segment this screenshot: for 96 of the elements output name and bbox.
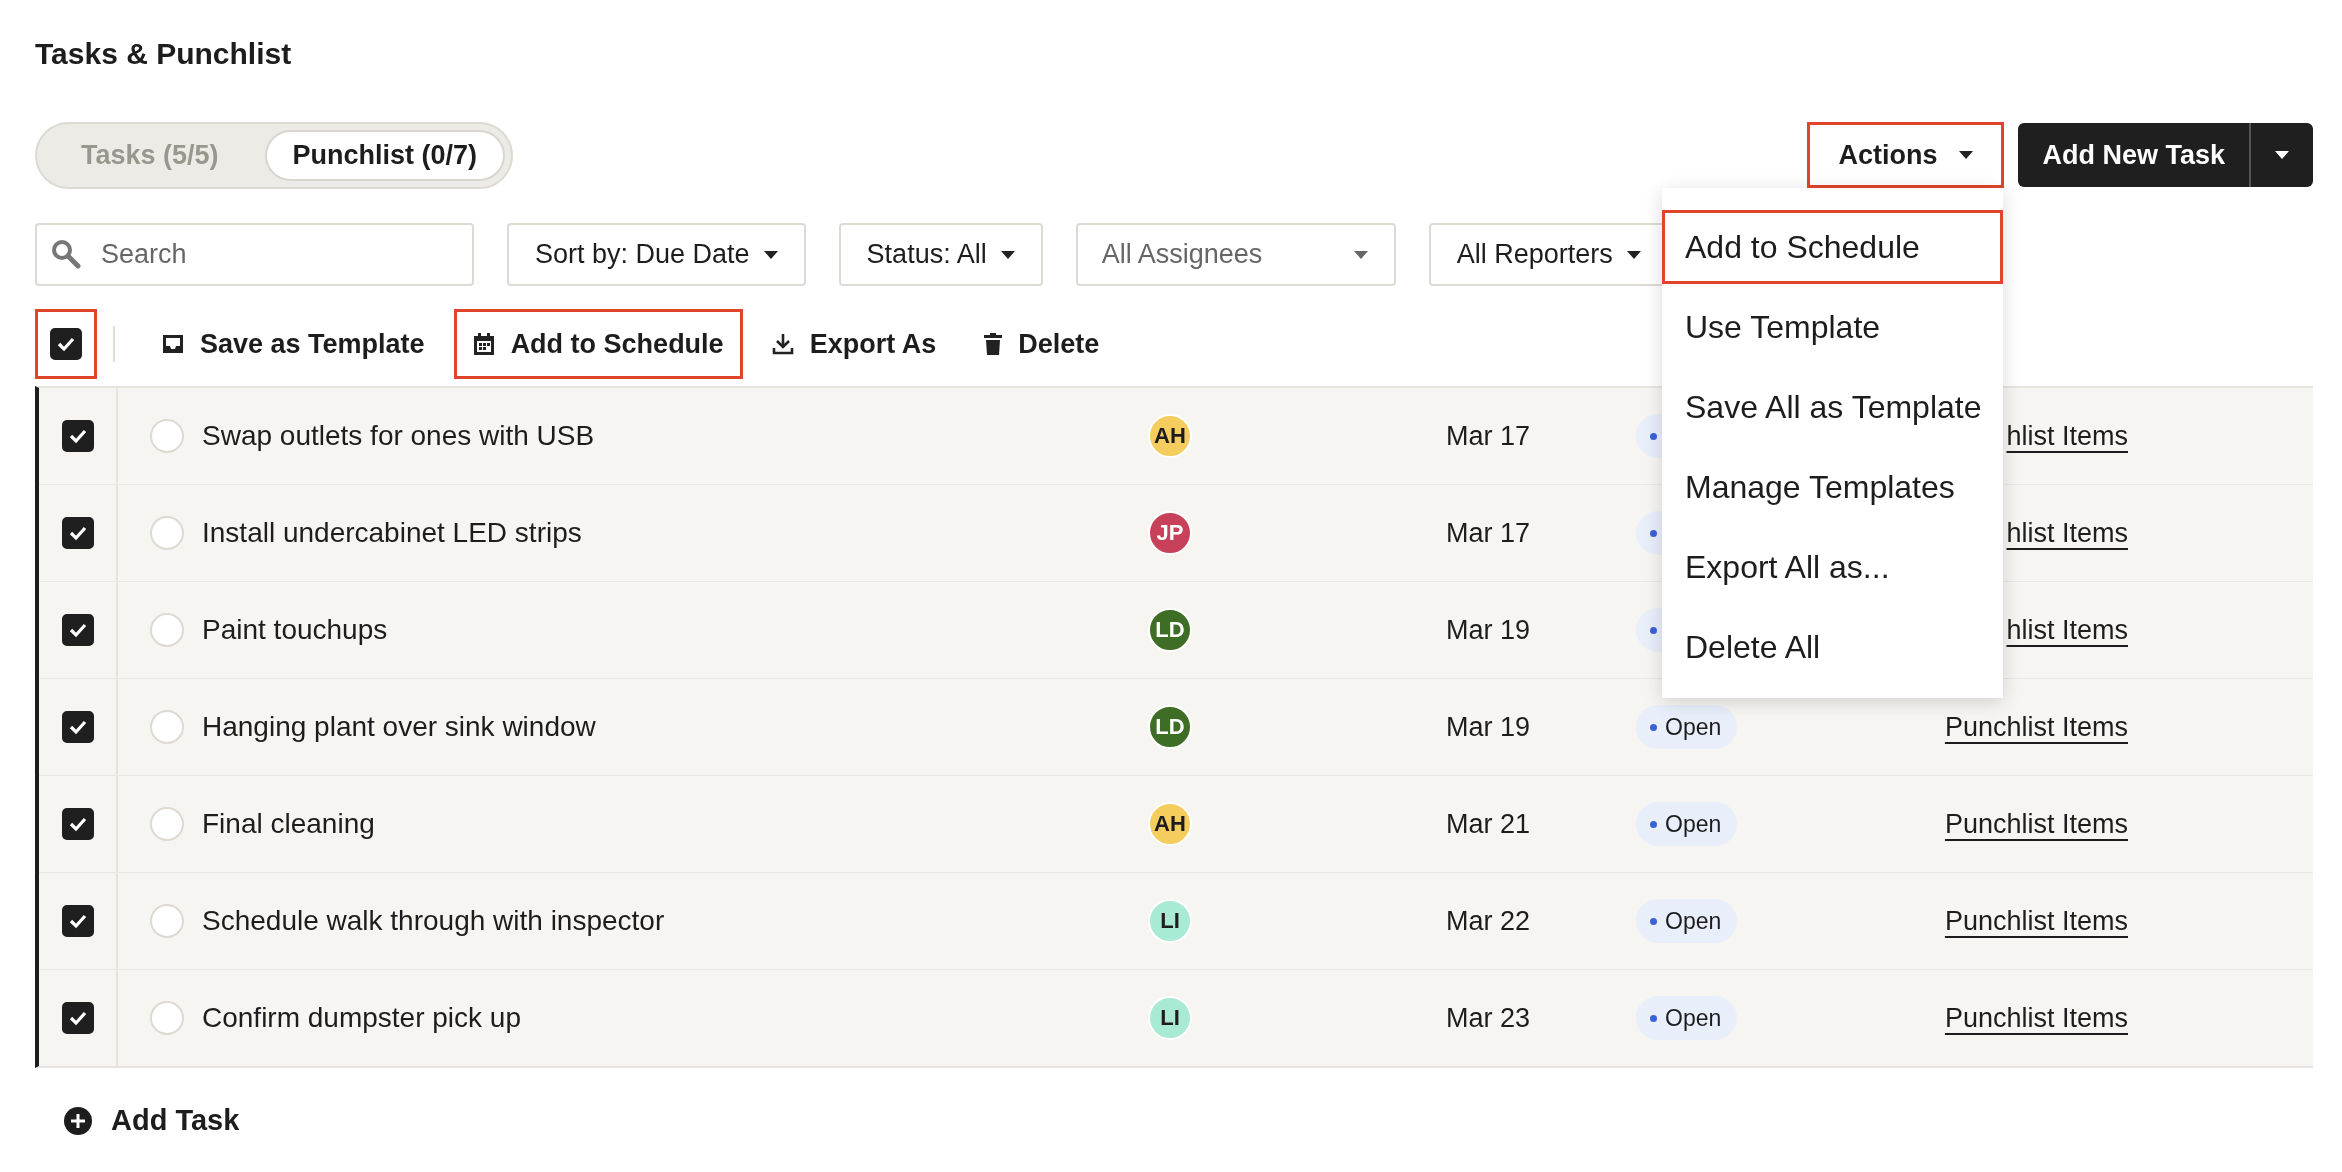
assignee-avatar: LD <box>1148 705 1192 749</box>
page-title: Tasks & Punchlist <box>35 36 293 72</box>
due-date: Mar 19 <box>1445 614 1530 645</box>
complete-toggle[interactable] <box>150 807 184 841</box>
assignee-avatar: LI <box>1148 899 1192 943</box>
filter-label: Status: All <box>866 239 987 270</box>
caret-icon <box>2275 151 2289 159</box>
task-name: Final cleaning <box>202 808 375 840</box>
menu-item[interactable]: Add to Schedule <box>1662 210 2003 284</box>
complete-toggle[interactable] <box>150 904 184 938</box>
due-date: Mar 21 <box>1445 808 1530 839</box>
menu-item[interactable]: Export All as... <box>1662 530 2003 604</box>
caret-icon <box>763 250 778 259</box>
status-badge: Open <box>1636 705 1738 749</box>
filter-dropdown[interactable]: All Assignees <box>1075 223 1396 286</box>
add-new-task-button[interactable]: Add New Task <box>2018 123 2249 187</box>
due-date: Mar 19 <box>1445 711 1530 742</box>
filter-dropdown[interactable]: Status: All <box>838 223 1043 286</box>
calendar-icon <box>472 333 495 355</box>
status-badge: Open <box>1636 802 1738 846</box>
plus-circle-icon <box>63 1105 93 1136</box>
category-link[interactable]: hlist Items <box>2006 517 2128 548</box>
menu-item[interactable]: Delete All <box>1662 610 2003 684</box>
task-name: Swap outlets for ones with USB <box>202 420 595 452</box>
complete-toggle[interactable] <box>150 613 184 647</box>
task-name: Hanging plant over sink window <box>202 711 596 743</box>
assignee-avatar: AH <box>1148 414 1192 458</box>
task-name: Paint touchups <box>202 614 388 646</box>
row-checkbox[interactable] <box>61 614 94 646</box>
search-field[interactable]: Search <box>35 223 474 286</box>
download-icon <box>771 333 794 355</box>
caret-icon <box>1353 250 1368 259</box>
check-icon <box>67 428 88 444</box>
status-badge: Open <box>1636 996 1738 1040</box>
category-link[interactable]: hlist Items <box>2006 614 2128 645</box>
category-link[interactable]: Punchlist Items <box>1944 905 2128 936</box>
actions-button[interactable]: Actions <box>1807 122 2005 188</box>
row-checkbox[interactable] <box>61 808 94 840</box>
category-link[interactable]: Punchlist Items <box>1944 808 2128 839</box>
assignee-avatar: LI <box>1148 996 1192 1040</box>
bulk-action-button[interactable]: Add to Schedule <box>453 309 743 379</box>
bulk-action-button[interactable]: Export As <box>752 309 956 379</box>
check-icon <box>67 1010 88 1026</box>
filter-label: All Reporters <box>1456 239 1613 270</box>
more-options-button[interactable] <box>2249 123 2313 187</box>
add-task-button[interactable]: Add Task <box>63 1104 240 1137</box>
row-checkbox[interactable] <box>61 517 94 549</box>
category-link[interactable]: Punchlist Items <box>1944 711 2128 742</box>
view-tab[interactable]: Punchlist (0/7) <box>264 129 506 181</box>
category-link[interactable]: Punchlist Items <box>1944 1002 2128 1033</box>
tray-icon <box>162 334 184 354</box>
check-icon <box>67 525 88 541</box>
row-checkbox[interactable] <box>61 420 94 452</box>
assignee-avatar: LD <box>1148 608 1192 652</box>
check-icon <box>67 719 88 735</box>
check-icon <box>56 336 76 352</box>
check-icon <box>67 816 88 832</box>
check-icon <box>67 913 88 929</box>
due-date: Mar 23 <box>1445 1002 1530 1033</box>
menu-item[interactable]: Use Template <box>1662 290 2003 364</box>
select-all-checkbox[interactable] <box>50 328 82 360</box>
menu-item[interactable]: Save All as Template <box>1662 370 2003 444</box>
actions-label: Actions <box>1838 139 1938 171</box>
bulk-action-label: Save as Template <box>200 328 425 360</box>
complete-toggle[interactable] <box>150 516 184 550</box>
task-name: Install undercabinet LED strips <box>202 517 582 549</box>
caret-icon <box>1000 250 1015 259</box>
filter-dropdown[interactable]: Sort by: Due Date <box>507 223 806 286</box>
task-name: Schedule walk through with inspector <box>202 905 665 937</box>
category-link[interactable]: hlist Items <box>2006 420 2128 451</box>
caret-icon <box>1959 151 1974 159</box>
complete-toggle[interactable] <box>150 710 184 744</box>
row-checkbox[interactable] <box>61 905 94 937</box>
add-task-label: Add Task <box>111 1104 240 1137</box>
row-checkbox[interactable] <box>61 711 94 743</box>
due-date: Mar 17 <box>1445 517 1530 548</box>
bulk-action-label: Delete <box>1018 328 1100 360</box>
menu-item[interactable]: Manage Templates <box>1662 450 2003 524</box>
assignee-avatar: JP <box>1148 511 1192 555</box>
bulk-action-button[interactable]: Delete <box>965 309 1119 379</box>
trash-icon <box>984 333 1003 355</box>
filter-label: All Assignees <box>1101 239 1263 270</box>
bulk-action-label: Add to Schedule <box>510 328 724 360</box>
due-date: Mar 22 <box>1445 905 1530 936</box>
complete-toggle[interactable] <box>150 419 184 453</box>
filter-label: Sort by: Due Date <box>535 239 750 270</box>
status-badge: Open <box>1636 899 1738 943</box>
complete-toggle[interactable] <box>150 1001 184 1035</box>
due-date: Mar 17 <box>1445 420 1530 451</box>
bulk-action-label: Export As <box>809 328 937 360</box>
check-icon <box>67 622 88 638</box>
assignee-avatar: AH <box>1148 802 1192 846</box>
caret-icon <box>1626 250 1641 259</box>
bulk-action-button[interactable]: Save as Template <box>143 309 444 379</box>
task-name: Confirm dumpster pick up <box>202 1002 521 1034</box>
row-checkbox[interactable] <box>61 1002 94 1034</box>
